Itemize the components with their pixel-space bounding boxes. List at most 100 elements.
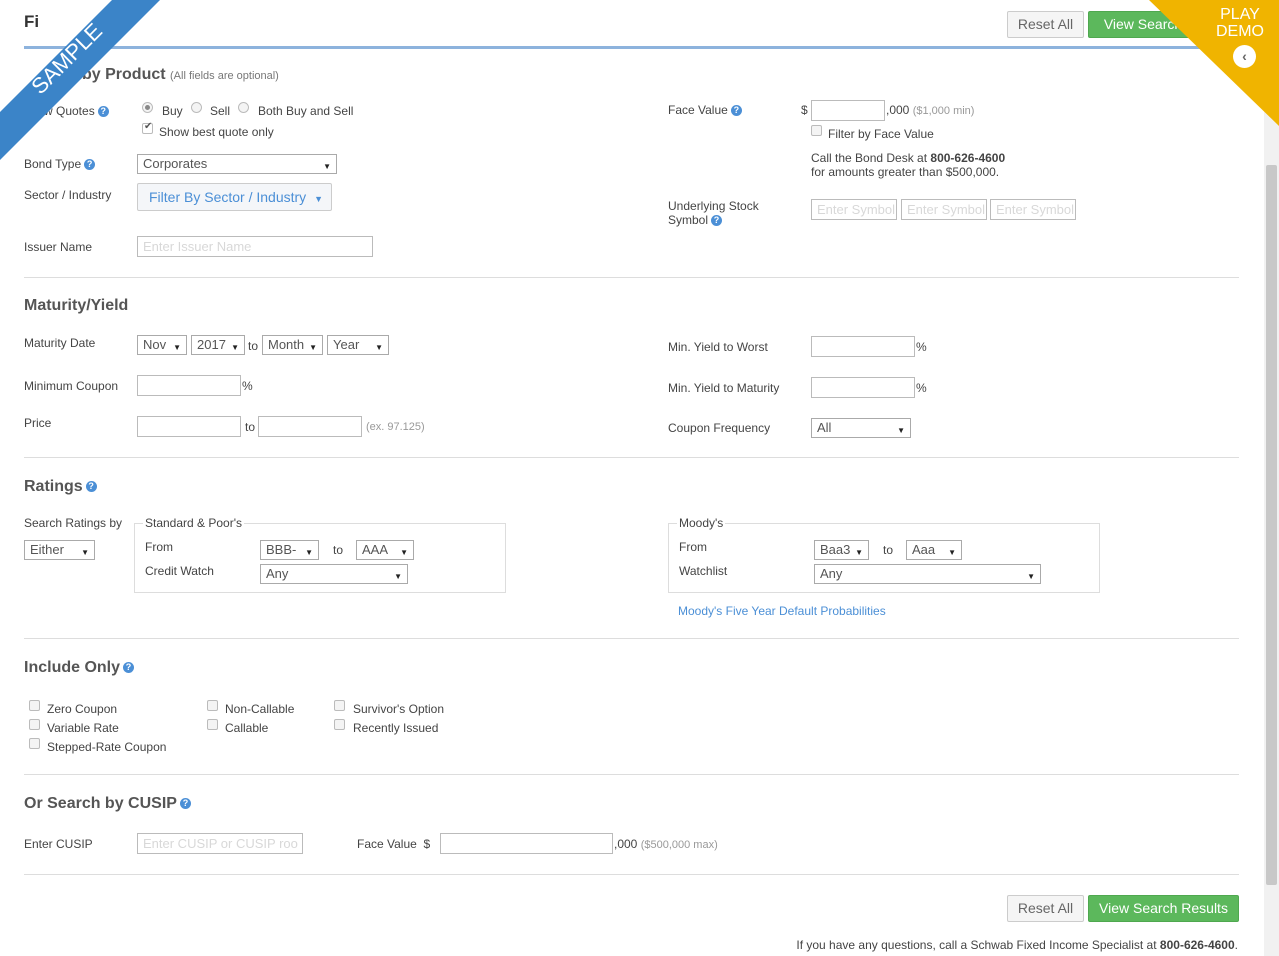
sp-from-label: From (145, 540, 173, 554)
recently-issued-checkbox[interactable] (334, 719, 345, 730)
face-value-input[interactable] (811, 100, 885, 121)
underlying-symbol-label: Underlying Stock Symbol? (668, 199, 759, 227)
stepped-rate-checkbox[interactable] (29, 738, 40, 749)
sector-filter-button[interactable]: Filter By Sector / Industry ▼ (137, 183, 332, 211)
help-icon[interactable]: ? (711, 215, 723, 227)
reset-all-button-top[interactable]: Reset All (1007, 11, 1084, 38)
to-label: to (883, 543, 894, 557)
maturity-date-label: Maturity Date (24, 336, 96, 350)
cusip-face-value-input[interactable] (440, 833, 613, 854)
help-icon[interactable]: ? (123, 662, 135, 674)
to-label: to (333, 543, 344, 557)
zero-coupon-checkbox[interactable] (29, 700, 40, 711)
sp-to-select[interactable]: AAA ▼ (356, 540, 414, 560)
zero-coupon-label: Zero Coupon (47, 702, 118, 716)
maturity-from-year[interactable]: 2017 ▼ (191, 335, 245, 355)
chevron-down-icon: ▼ (81, 548, 89, 557)
price-to-input[interactable] (258, 416, 362, 437)
to-label: to (248, 339, 259, 353)
coupon-frequency-select[interactable]: All ▼ (811, 418, 911, 438)
maturity-to-year[interactable]: Year ▼ (327, 335, 389, 355)
radio-both[interactable] (238, 102, 249, 113)
credit-watch-select[interactable]: Any ▼ (260, 564, 408, 584)
non-callable-checkbox[interactable] (207, 700, 218, 711)
ytw-label: Min. Yield to Worst (668, 340, 768, 354)
to-label: to (245, 420, 256, 434)
cusip-face-suffix: ,000 ($500,000 max) (614, 837, 718, 851)
chevron-down-icon: ▼ (309, 343, 317, 352)
min-coupon-label: Minimum Coupon (24, 379, 119, 393)
survivors-option-checkbox[interactable] (334, 700, 345, 711)
face-value-suffix: ,000 ($1,000 min) (886, 103, 975, 117)
sp-from-select[interactable]: BBB- ▼ (260, 540, 319, 560)
play-demo-label[interactable]: PLAY DEMO (1212, 6, 1268, 40)
moodys-title: Moody's (677, 516, 726, 530)
percent-sign: % (242, 379, 253, 393)
price-label: Price (24, 416, 52, 430)
view-search-results-button[interactable]: View Search Results (1088, 895, 1239, 922)
non-callable-label: Non-Callable (225, 702, 295, 716)
maturity-from-month[interactable]: Nov ▼ (137, 335, 187, 355)
symbol-input-1[interactable]: Enter Symbol (811, 199, 897, 220)
chevron-down-icon: ▼ (231, 343, 239, 352)
help-icon[interactable]: ? (84, 159, 96, 171)
sector-label: Sector / Industry (24, 188, 112, 202)
divider (24, 774, 1239, 775)
radio-both-label: Both Buy and Sell (258, 104, 354, 118)
best-quote-label: Show best quote only (159, 125, 274, 139)
moodys-default-link[interactable]: Moody's Five Year Default Probabilities (678, 604, 886, 618)
cusip-section-title: Or Search by CUSIP? (24, 795, 191, 813)
moodys-from-label: From (679, 540, 707, 554)
percent-sign: % (916, 340, 927, 354)
search-ratings-label: Search Ratings by (24, 516, 123, 530)
min-coupon-input[interactable] (137, 375, 241, 396)
moodys-to-select[interactable]: Aaa ▼ (906, 540, 962, 560)
variable-rate-checkbox[interactable] (29, 719, 40, 730)
ratings-section-title: Ratings? (24, 478, 97, 496)
radio-buy-label: Buy (162, 104, 183, 118)
questions-note: If you have any questions, call a Schwab… (796, 938, 1238, 952)
face-value-label: Face Value? (668, 103, 742, 117)
chevron-down-icon: ▼ (897, 426, 905, 435)
help-icon[interactable]: ? (85, 481, 97, 493)
help-icon[interactable]: ? (179, 798, 191, 810)
callable-checkbox[interactable] (207, 719, 218, 730)
radio-sell[interactable] (191, 102, 202, 113)
bond-type-select[interactable]: Corporates ▼ (137, 154, 337, 174)
scrollbar-thumb[interactable] (1266, 165, 1277, 885)
coupon-frequency-label: Coupon Frequency (668, 421, 771, 435)
symbol-input-2[interactable]: Enter Symbol (901, 199, 987, 220)
filter-face-value-label: Filter by Face Value (828, 127, 934, 141)
chevron-down-icon: ▼ (375, 343, 383, 352)
maturity-section-title: Maturity/Yield (24, 297, 129, 314)
watchlist-select[interactable]: Any ▼ (814, 564, 1041, 584)
issuer-input[interactable]: Enter Issuer Name (137, 236, 373, 257)
chevron-down-icon: ▼ (1027, 572, 1035, 581)
price-from-input[interactable] (137, 416, 241, 437)
dollar-sign: $ (801, 103, 808, 117)
collapse-chevron-icon[interactable]: ‹ (1233, 45, 1256, 68)
ytw-input[interactable] (811, 336, 915, 357)
divider (24, 874, 1239, 875)
divider (24, 638, 1239, 639)
divider (24, 277, 1239, 278)
survivors-option-label: Survivor's Option (353, 702, 444, 716)
chevron-down-icon: ▼ (948, 548, 956, 557)
watchlist-label: Watchlist (679, 564, 728, 578)
chevron-down-icon: ▼ (323, 162, 331, 171)
filter-face-value-checkbox[interactable] (811, 125, 822, 136)
sample-ribbon-shape (0, 0, 160, 160)
symbol-input-3[interactable]: Enter Symbol (990, 199, 1076, 220)
header-divider (24, 46, 1264, 49)
sp-title: Standard & Poor's (143, 516, 245, 530)
maturity-to-month[interactable]: Month ▼ (262, 335, 323, 355)
enter-cusip-label: Enter CUSIP (24, 837, 93, 851)
price-example: (ex. 97.125) (366, 421, 425, 433)
ytm-input[interactable] (811, 377, 915, 398)
moodys-from-select[interactable]: Baa3 ▼ (814, 540, 869, 560)
cusip-input[interactable]: Enter CUSIP or CUSIP roo (137, 833, 303, 854)
reset-all-button[interactable]: Reset All (1007, 895, 1084, 922)
search-ratings-select[interactable]: Either ▼ (24, 540, 95, 560)
chevron-down-icon: ▼ (855, 548, 863, 557)
help-icon[interactable]: ? (730, 105, 742, 117)
